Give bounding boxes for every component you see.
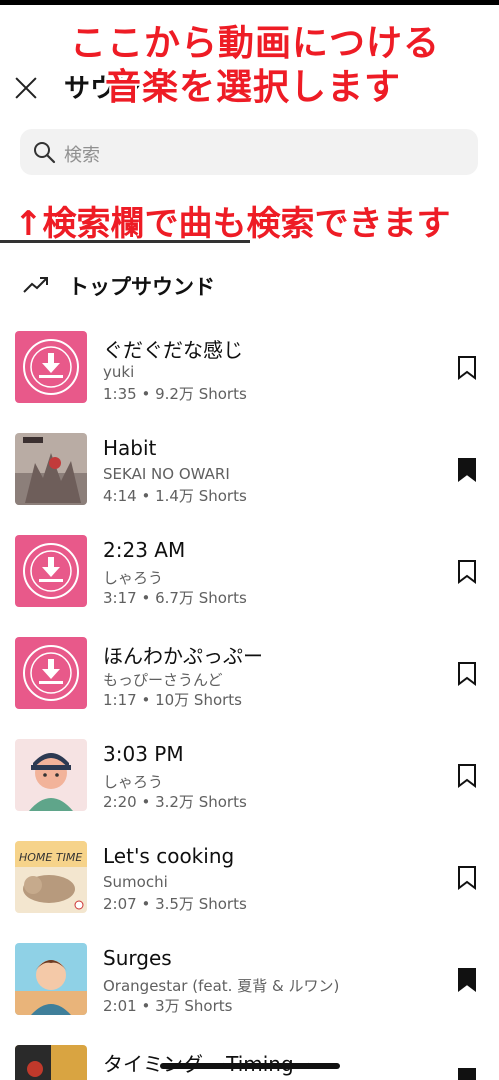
close-button[interactable]: [10, 72, 42, 104]
track-artist: Sumochi: [103, 873, 168, 891]
section-header: トップサウンド: [22, 268, 482, 302]
bookmark-icon[interactable]: [457, 356, 477, 380]
track-title: Let's cooking: [103, 844, 235, 868]
track-artist: しゃろう: [103, 773, 164, 791]
album-art: [15, 1045, 87, 1080]
bookmark-filled-icon[interactable]: [457, 968, 477, 992]
bookmark-filled-icon[interactable]: [457, 1068, 477, 1080]
track-artist: もっぴーさうんど: [103, 671, 223, 689]
list-item[interactable]: タイミング ~Timing~: [0, 1042, 499, 1080]
tab-underline: [0, 240, 250, 243]
bookmark-filled-icon[interactable]: [457, 458, 477, 482]
track-title: Habit: [103, 436, 157, 460]
track-title: 2:23 AM: [103, 538, 186, 562]
track-meta: 2:07 • 3.5万 Shorts: [103, 895, 247, 913]
home-indicator[interactable]: [160, 1063, 340, 1069]
album-art: [15, 637, 87, 709]
search-icon: [34, 142, 56, 164]
track-title: ほんわかぷっぷー: [103, 644, 263, 668]
album-art: [15, 331, 87, 403]
album-art: [15, 433, 87, 505]
bookmark-icon[interactable]: [457, 662, 477, 686]
list-item[interactable]: ぐだぐだな感じ yuki 1:35 • 9.2万 Shorts: [0, 328, 499, 430]
list-item[interactable]: HOME TIME Let's cooking Sumochi 2:07 • 3…: [0, 838, 499, 940]
track-meta: 2:20 • 3.2万 Shorts: [103, 793, 247, 811]
bookmark-icon[interactable]: [457, 560, 477, 584]
annotation-line-2: 音楽を選択します: [105, 67, 402, 108]
track-meta: 1:35 • 9.2万 Shorts: [103, 385, 247, 403]
list-item[interactable]: Habit SEKAI NO OWARI 4:14 • 1.4万 Shorts: [0, 430, 499, 532]
section-title: トップサウンド: [68, 275, 215, 299]
album-art: [15, 739, 87, 811]
list-item[interactable]: 3:03 PM しゃろう 2:20 • 3.2万 Shorts: [0, 736, 499, 838]
track-title: Surges: [103, 946, 172, 970]
svg-text:HOME TIME: HOME TIME: [19, 851, 82, 864]
list-item[interactable]: 2:23 AM しゃろう 3:17 • 6.7万 Shorts: [0, 532, 499, 634]
track-artist: yuki: [103, 363, 135, 381]
bookmark-icon[interactable]: [457, 764, 477, 788]
album-art: [15, 943, 87, 1015]
track-artist: しゃろう: [103, 569, 164, 587]
status-bar-edge: [0, 0, 499, 5]
trending-icon: [23, 277, 48, 293]
track-title: ぐだぐだな感じ: [103, 338, 243, 362]
album-art: HOME TIME: [15, 841, 87, 913]
search-input[interactable]: 検索: [20, 129, 478, 175]
list-item[interactable]: Surges Orangestar (feat. 夏背 & ルワン) 2:01 …: [0, 940, 499, 1042]
track-artist: Orangestar (feat. 夏背 & ルワン): [103, 977, 340, 995]
track-artist: SEKAI NO OWARI: [103, 465, 230, 483]
bookmark-icon[interactable]: [457, 866, 477, 890]
track-title: 3:03 PM: [103, 742, 184, 766]
annotation-line-3: ↑検索欄で曲も検索できます: [14, 204, 451, 244]
track-meta: 4:14 • 1.4万 Shorts: [103, 487, 247, 505]
track-meta: 3:17 • 6.7万 Shorts: [103, 589, 247, 607]
track-meta: 1:17 • 10万 Shorts: [103, 691, 242, 709]
list-item[interactable]: ほんわかぷっぷー もっぴーさうんど 1:17 • 10万 Shorts: [0, 634, 499, 736]
search-placeholder: 検索: [64, 145, 100, 166]
album-art: [15, 535, 87, 607]
track-meta: 2:01 • 3万 Shorts: [103, 997, 233, 1015]
